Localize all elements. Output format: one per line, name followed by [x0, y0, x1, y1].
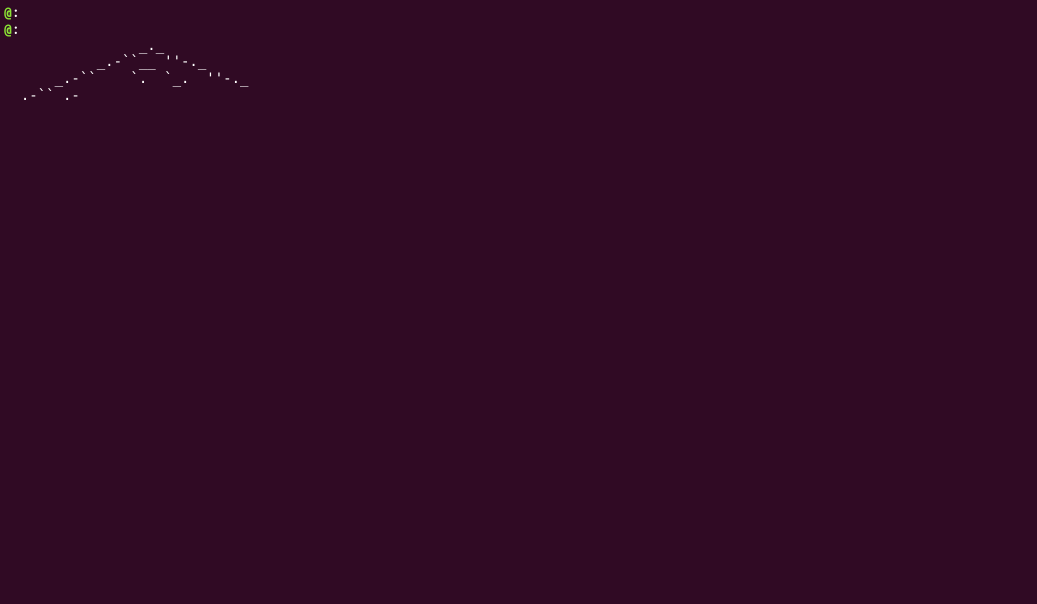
redis-ascii-logo: _._ _.-``__ ''-._ _.-`` `. `_. ''-._ .-`…: [4, 38, 1033, 105]
prompt-line-1[interactable]: @:: [4, 4, 1033, 21]
prompt-line-2[interactable]: @:: [4, 21, 1033, 38]
